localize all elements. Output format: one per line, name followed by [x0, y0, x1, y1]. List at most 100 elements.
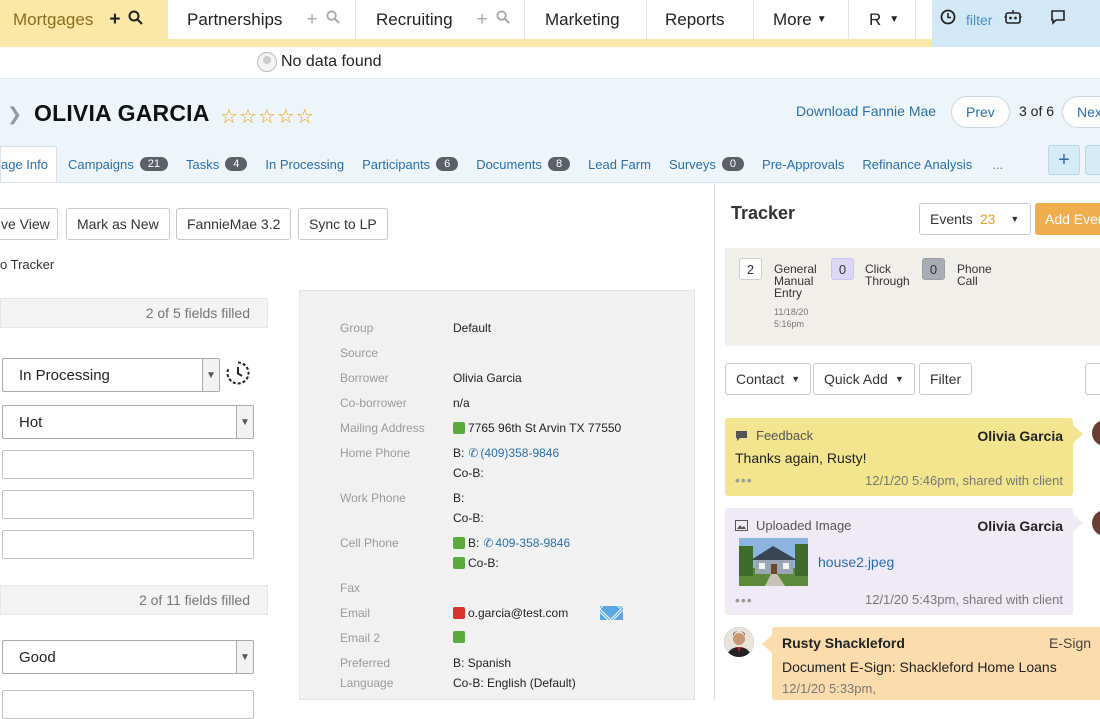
house-thumbnail[interactable] [739, 538, 808, 586]
send-email-icon[interactable] [600, 606, 623, 620]
tab-lead-farm[interactable]: Lead Farm [578, 146, 659, 182]
mailing-address-text: 7765 96th St Arvin TX 77550 [468, 421, 622, 435]
count-badge: 6 [436, 157, 459, 171]
text-field[interactable] [2, 690, 254, 719]
file-link[interactable]: house2.jpeg [818, 554, 894, 570]
phone-prefix: B: [453, 446, 465, 460]
add-button[interactable]: + [1048, 145, 1080, 175]
feed-author[interactable]: Olivia Garcia [977, 518, 1063, 534]
search-icon[interactable] [496, 10, 510, 29]
mark-as-new-button[interactable]: Mark as New [66, 208, 170, 240]
star-icon[interactable]: ☆ [277, 106, 296, 128]
filter-button[interactable]: Filter [919, 363, 973, 395]
history-icon[interactable] [225, 360, 251, 386]
nav-tab-reports[interactable]: Reports [647, 0, 754, 39]
status-square-icon [453, 631, 465, 643]
tab-documents[interactable]: Documents 8 [466, 146, 578, 182]
temperature-select[interactable]: Hot ▼ [2, 405, 254, 439]
status-select[interactable]: In Processing ▼ [2, 358, 220, 392]
nav-tab-label: More [773, 9, 812, 29]
robot-icon[interactable] [1004, 9, 1022, 30]
star-icon[interactable]: ☆ [220, 106, 239, 128]
home-phone-link[interactable]: (409)358-9846 [480, 446, 559, 460]
chat-icon[interactable] [1050, 9, 1066, 30]
filter-link[interactable]: filter [966, 12, 992, 28]
fields-filled-summary: 2 of 5 fields filled [0, 298, 268, 328]
events-select[interactable]: Events 23 ▼ [919, 203, 1031, 235]
tab-label: ... [992, 156, 1004, 172]
sync-to-lp-button[interactable]: Sync to LP [298, 208, 388, 240]
group-link[interactable]: Default [453, 321, 491, 335]
tab-more[interactable]: ... [980, 146, 1011, 182]
feed-item-uploaded-image[interactable]: Uploaded Image Olivia Garcia house2.jpeg… [725, 508, 1073, 615]
tab-label: Documents [476, 156, 542, 172]
search-icon[interactable] [326, 10, 340, 29]
next-button[interactable]: Next [1062, 96, 1100, 128]
plus-icon[interactable]: + [109, 9, 120, 31]
text-field[interactable] [2, 450, 254, 479]
rating-stars[interactable]: ☆☆☆☆☆ [220, 104, 315, 129]
tab-tool-button[interactable] [1085, 145, 1100, 175]
feed-type: Feedback [756, 428, 814, 443]
plus-icon[interactable]: + [477, 9, 488, 31]
search-icon[interactable] [128, 10, 144, 30]
download-fannie-mae-link[interactable]: Download Fannie Mae [796, 103, 936, 119]
counter-badge[interactable]: 2 [739, 258, 762, 280]
star-icon[interactable]: ☆ [296, 106, 315, 128]
feed-text: Thanks again, Rusty! [735, 450, 867, 466]
text-field[interactable] [2, 530, 254, 559]
contact-dropdown-button[interactable]: Contact ▼ [725, 363, 812, 395]
tab-campaigns[interactable]: Campaigns 21 [57, 146, 176, 182]
caret-down-icon: ▼ [236, 406, 253, 438]
borrower-link[interactable]: Olivia Garcia [453, 371, 522, 385]
tab-label: Pre-Approvals [762, 156, 845, 172]
feed-item-esign[interactable]: Rusty Shackleford E-Sign Document E-Sign… [772, 627, 1100, 700]
counter-badge[interactable]: 0 [831, 258, 854, 280]
nav-tab-more[interactable]: More ▼ [754, 0, 849, 39]
plus-icon[interactable]: + [306, 9, 317, 31]
nav-tab-mortgages[interactable]: Mortgages + [0, 0, 168, 39]
status-select-value: In Processing [19, 366, 110, 384]
nav-tab-recruiting[interactable]: Recruiting + [356, 0, 525, 39]
tab-surveys[interactable]: Surveys 0 [659, 146, 752, 182]
settings-button[interactable] [1085, 363, 1100, 395]
tab-label: Tasks [186, 156, 220, 172]
home-phone-cob: Co-B: [453, 466, 484, 480]
no-data-text: No data found [281, 53, 382, 70]
phone-prefix: B: [468, 536, 480, 550]
star-icon[interactable]: ☆ [239, 106, 258, 128]
nav-tab-partnerships[interactable]: Partnerships + [168, 0, 356, 39]
text-field[interactable] [2, 490, 254, 519]
image-icon [735, 520, 748, 531]
clock-icon[interactable] [940, 9, 956, 30]
feed-author[interactable]: Rusty Shackleford [782, 635, 905, 651]
fanniemae-button[interactable]: FannieMae 3.2 [176, 208, 292, 240]
tab-refinance-analysis[interactable]: Refinance Analysis [852, 146, 980, 182]
tracker-link[interactable]: o Tracker [0, 257, 54, 272]
feed-item-feedback[interactable]: Feedback Olivia Garcia Thanks again, Rus… [725, 418, 1073, 496]
save-view-button[interactable]: ve View [0, 208, 58, 240]
chevron-right-icon[interactable]: ❯ [7, 104, 22, 125]
prev-button[interactable]: Prev [951, 96, 1010, 128]
cell-phone-link[interactable]: 409-358-9846 [495, 536, 570, 550]
quick-add-button[interactable]: Quick Add ▼ [813, 363, 915, 395]
add-event-button[interactable]: Add Event [1035, 203, 1100, 235]
tab-info[interactable]: age Info [0, 146, 57, 182]
tab-tasks[interactable]: Tasks 4 [176, 146, 255, 182]
credit-select[interactable]: Good ▼ [2, 640, 254, 674]
tab-participants[interactable]: Participants 6 [352, 146, 466, 182]
star-icon[interactable]: ☆ [258, 106, 277, 128]
nav-tab-user[interactable]: R ▼ [849, 0, 916, 39]
nav-tab-marketing[interactable]: Marketing [525, 0, 647, 39]
more-icon[interactable]: ••• [735, 472, 753, 488]
detail-label: Source [340, 346, 379, 360]
more-icon[interactable]: ••• [735, 592, 753, 608]
feed-header: Feedback [735, 428, 813, 443]
mailing-address: 7765 96th St Arvin TX 77550 [453, 421, 621, 435]
counter-badge[interactable]: 0 [922, 258, 945, 280]
detail-label: Group [340, 321, 374, 335]
feed-author[interactable]: Olivia Garcia [977, 428, 1063, 444]
events-count: 23 [979, 211, 996, 227]
tab-pre-approvals[interactable]: Pre-Approvals [752, 146, 852, 182]
tab-in-processing[interactable]: In Processing [255, 146, 352, 182]
